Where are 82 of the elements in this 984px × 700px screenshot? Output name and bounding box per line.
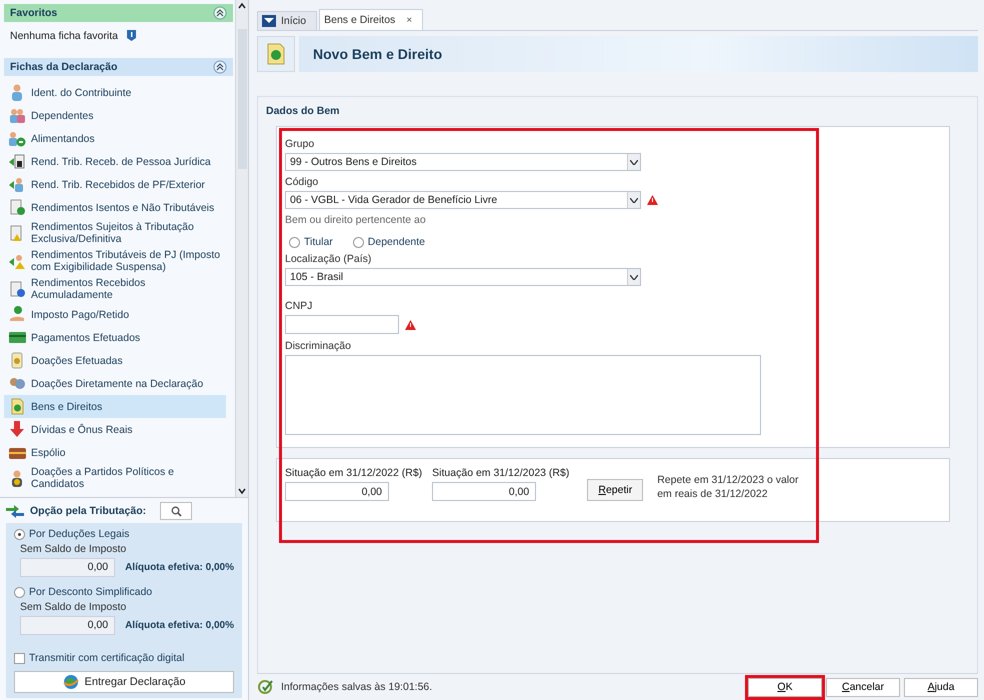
option-caption: Sem Saldo de Imposto — [19, 543, 128, 555]
caret-icon — [630, 198, 638, 202]
text-area[interactable] — [285, 355, 761, 435]
scrollbar[interactable] — [235, 0, 248, 497]
amount-field[interactable]: 0,00 — [432, 482, 536, 501]
search-button[interactable] — [160, 502, 192, 520]
section-title: Dados do Bem — [266, 105, 341, 117]
info-icon — [126, 29, 137, 42]
sidebar-item[interactable]: Imposto Pago/Retido — [4, 303, 226, 326]
field-label: Código — [285, 176, 320, 188]
option-label: Dependente — [368, 236, 426, 248]
sidebar-item[interactable]: Espólio — [4, 441, 226, 464]
dialog-button[interactable]: Ajuda — [904, 678, 978, 696]
field-label: Discriminação — [285, 340, 352, 352]
sidebar-item[interactable]: Rendimentos Tributáveis de PJ (Imposto com Exigibilidade Suspensa) — [4, 247, 226, 275]
scrollbar-thumb[interactable] — [238, 28, 246, 168]
sidebar-item[interactable]: Doações Efetuadas — [4, 349, 226, 372]
sidebar-item[interactable]: Ident. do Contribuinte — [4, 81, 226, 104]
page-title: Novo Bem e Direito — [313, 46, 442, 62]
field-label: Situação em 31/12/2023 (R$) — [432, 467, 570, 479]
section-title: Favoritos — [10, 7, 58, 19]
repeat-button[interactable]: Repetir — [587, 479, 644, 501]
tab[interactable]: Bens e Direitos × — [319, 9, 424, 30]
sidebar-item[interactable]: Rendimentos Recebidos Acumuladamente — [4, 275, 226, 303]
caret-icon — [630, 160, 638, 164]
field-label: Grupo — [285, 138, 316, 150]
submit-button[interactable]: Entregar Declaração — [14, 671, 234, 693]
collapse-icon[interactable] — [213, 6, 227, 20]
sidebar-item[interactable]: Pagamentos Efetuados — [4, 326, 226, 349]
rate-text: Alíquota efetiva: 0,00% — [125, 620, 234, 631]
sidebar-item[interactable]: Rend. Trib. Recebidos de PF/Exterior — [4, 173, 226, 196]
radio-button[interactable] — [352, 236, 364, 248]
option-label: Titular — [304, 236, 333, 248]
radio-button[interactable] — [14, 586, 25, 598]
checkbox[interactable] — [14, 652, 25, 664]
document-check-icon — [8, 198, 27, 217]
sidebar-item[interactable]: Rendimentos Isentos e Não Tributáveis — [4, 196, 226, 219]
dropdown-field[interactable]: 99 - Outros Bens e Direitos — [285, 153, 641, 171]
status-text: Informações salvas às 19:01:56. — [281, 681, 432, 693]
field-label: Situação em 31/12/2022 (R$) — [285, 467, 422, 479]
save-status-icon — [257, 679, 275, 695]
section-title: Fichas da Declaração — [10, 61, 118, 73]
rate-text: Alíquota efetiva: 0,00% — [125, 562, 234, 573]
option-label: Por Desconto Simplificado — [29, 586, 152, 598]
globe-icon — [62, 674, 79, 690]
sidebar-item[interactable]: Doações Diretamente na Declaração — [4, 372, 226, 395]
sidebar-item[interactable]: Dependentes — [4, 104, 226, 127]
radio-button[interactable] — [289, 236, 300, 248]
field-label: CNPJ — [285, 300, 314, 312]
radio-button[interactable] — [14, 528, 25, 540]
collapse-icon[interactable] — [213, 60, 227, 74]
search-icon — [170, 506, 182, 516]
sidebar-item[interactable]: Rend. Trib. Receb. de Pessoa Jurídica — [4, 150, 226, 173]
empty-text: Nenhuma ficha favorita — [10, 30, 118, 42]
section-title: Opção pela Tributação: — [30, 505, 146, 517]
dialog-button[interactable]: Cancelar — [826, 678, 900, 696]
field-label: Bem ou direito pertencente ao — [285, 214, 427, 226]
amount-field: 0,00 — [20, 558, 116, 577]
arrows-icon — [6, 504, 24, 518]
down-arrow-icon — [8, 420, 27, 439]
dropdown-field[interactable]: 06 - VGBL - Vida Gerador de Benefício Livre — [285, 191, 641, 209]
sidebar-item[interactable]: Alimentandos — [4, 127, 226, 150]
tab[interactable]: Início — [257, 11, 318, 30]
sidebar-item[interactable]: Rendimentos Sujeitos à Tributação Exclusiva/Definitiva — [4, 219, 226, 247]
people-plus-icon — [8, 129, 27, 148]
amount-field[interactable]: 0,00 — [285, 482, 389, 501]
option-caption: Sem Saldo de Imposto — [19, 601, 128, 613]
people-icon — [8, 106, 27, 125]
sidebar-item[interactable]: Doações a Partidos Políticos e Candidatos — [4, 464, 226, 492]
document-badge-icon — [8, 280, 27, 298]
document-icon — [267, 43, 285, 65]
input-field[interactable] — [285, 315, 399, 334]
sidebar-item[interactable]: Bens e Direitos — [4, 395, 226, 418]
envelope-icon — [262, 15, 276, 27]
sidebar-item[interactable]: Dívidas e Ônus Reais — [4, 418, 226, 441]
amount-field: 0,00 — [20, 616, 116, 635]
field-label: Localização (País) — [285, 253, 372, 265]
checkbox-label: Transmitir com certificação digital — [29, 652, 184, 664]
help-text: Repete em 31/12/2023 o valor em reais de 31/12/2022 — [657, 473, 800, 501]
caret-icon — [630, 274, 638, 280]
option-label: Por Deduções Legais — [29, 528, 130, 540]
dropdown-field[interactable]: 105 - Brasil — [285, 268, 641, 286]
